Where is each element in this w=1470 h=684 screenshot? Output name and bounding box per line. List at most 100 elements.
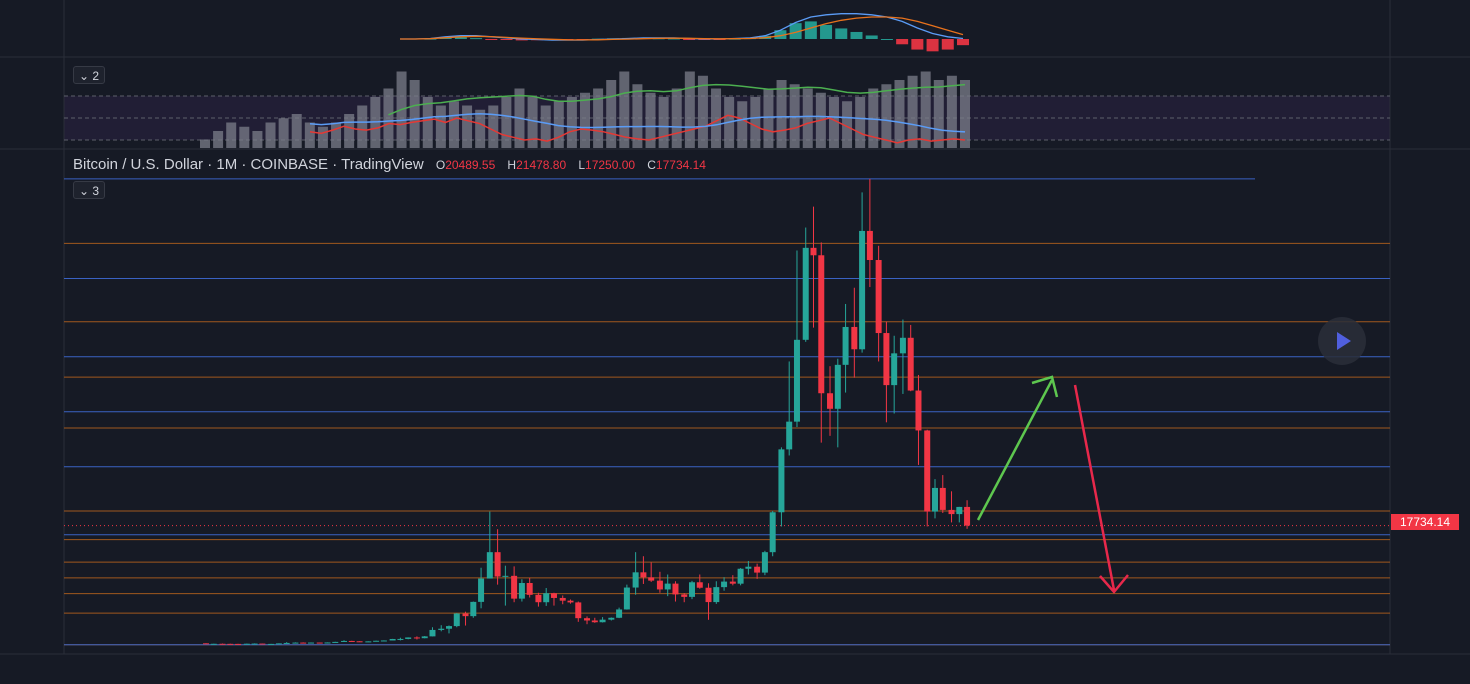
candle-body-down [591, 620, 598, 623]
candle-body-up [543, 593, 550, 603]
candle-body-down [219, 643, 226, 645]
volume-bar [711, 88, 722, 148]
volume-bar [357, 105, 368, 148]
candle-body-up [956, 506, 963, 515]
candle-body-up [243, 643, 250, 645]
candle-body-down [907, 337, 914, 391]
low-label: L [578, 158, 586, 172]
candle-body-up [380, 640, 387, 642]
chevron-down-icon: ⌄ [78, 184, 90, 198]
volume-bar [475, 109, 486, 148]
volume-bar [383, 88, 394, 148]
candle-body-up [397, 638, 404, 640]
candle-body-down [494, 552, 501, 577]
candle-body-up [365, 641, 372, 643]
candle-body-up [689, 582, 695, 597]
candle-body-up [438, 628, 445, 630]
open-label: O [435, 158, 446, 172]
symbol-legend: Bitcoin / U.S. Dollar · 1M · COINBASE · … [73, 156, 706, 173]
candle-body-up [778, 449, 785, 513]
candle-body-down [413, 637, 420, 639]
volume-bar [501, 97, 512, 148]
candle-body-down [672, 583, 679, 595]
candle-body-down [915, 390, 922, 431]
pane-2-count: 2 [92, 69, 100, 83]
volume-bar [855, 97, 866, 148]
candle-body-up [405, 637, 412, 639]
chevron-down-icon: ⌄ [78, 69, 90, 83]
high-value: 21478.80 [516, 158, 567, 172]
volume-bar [750, 97, 761, 148]
candle-body-down [729, 581, 736, 584]
close-label: C [647, 158, 656, 172]
candle-body-down [964, 506, 971, 526]
volume-bar [331, 122, 342, 148]
candle-body-up [332, 641, 339, 643]
candle-body-down [939, 487, 946, 510]
candle-body-up [802, 247, 809, 340]
candle-body-up [478, 578, 485, 602]
candle-body-up [623, 587, 630, 610]
candle-body-up [486, 552, 493, 579]
candle-body-up [769, 512, 776, 553]
volume-bar [213, 131, 224, 148]
candle-body-down [356, 641, 363, 643]
volume-bar [802, 88, 813, 148]
candle-body-down [535, 594, 542, 603]
volume-bar [671, 88, 682, 148]
macd-histogram-bar [820, 24, 833, 39]
candle-body-down [681, 594, 688, 597]
volume-bar [200, 139, 210, 148]
symbol-title[interactable]: Bitcoin / U.S. Dollar · 1M · COINBASE · … [73, 156, 424, 173]
candle-body-up [324, 642, 331, 644]
candle-body-down [511, 575, 518, 599]
candle-body-down [810, 247, 817, 256]
candle-body-up [210, 643, 217, 645]
close-value: 17734.14 [655, 158, 706, 172]
volume-bar [933, 80, 944, 148]
macd-histogram-bar [804, 21, 817, 39]
macd-histogram-bar [850, 31, 863, 39]
candle-body-up [891, 353, 898, 386]
macd-histogram-bar [911, 39, 924, 50]
volume-bar [344, 114, 355, 148]
candle-body-up [616, 609, 623, 618]
price-chart[interactable] [0, 0, 1470, 684]
volume-bar [606, 80, 617, 148]
volume-bar [226, 122, 237, 148]
macd-histogram-bar [865, 35, 878, 39]
candle-body-down [924, 430, 931, 512]
volume-bar [540, 105, 551, 148]
candle-body-up [721, 581, 728, 588]
candle-body-up [373, 640, 380, 642]
candle-body-down [462, 613, 469, 617]
volume-bar [907, 75, 918, 148]
candle-body-up [283, 642, 290, 644]
candle-body-down [316, 642, 323, 644]
volume-bar [763, 88, 774, 148]
volume-bar [252, 131, 263, 148]
candle-body-up [859, 230, 866, 350]
candle-body-up [307, 642, 314, 644]
volume-bar [527, 97, 538, 148]
candle-body-up [268, 643, 275, 645]
volume-bar [239, 126, 250, 148]
volume-bar [658, 97, 669, 148]
macd-histogram-bar [896, 39, 909, 45]
play-replay-button[interactable] [1318, 317, 1366, 365]
candle-body-down [526, 583, 533, 595]
candle-body-up [341, 640, 348, 642]
volume-bar [317, 126, 328, 148]
pane-2-collapse-toggle[interactable]: ⌄ 2 [73, 66, 105, 84]
candle-body-up [737, 568, 744, 584]
volume-bar [684, 71, 695, 148]
candle-body-up [713, 587, 720, 603]
candle-body-up [275, 643, 282, 645]
candle-body-up [842, 326, 849, 365]
candle-body-down [559, 597, 566, 601]
pane-3-collapse-toggle[interactable]: ⌄ 3 [73, 181, 105, 199]
candle-body-down [656, 580, 663, 590]
low-value: 17250.00 [585, 158, 636, 172]
high-label: H [507, 158, 517, 172]
candle-body-down [851, 326, 858, 350]
